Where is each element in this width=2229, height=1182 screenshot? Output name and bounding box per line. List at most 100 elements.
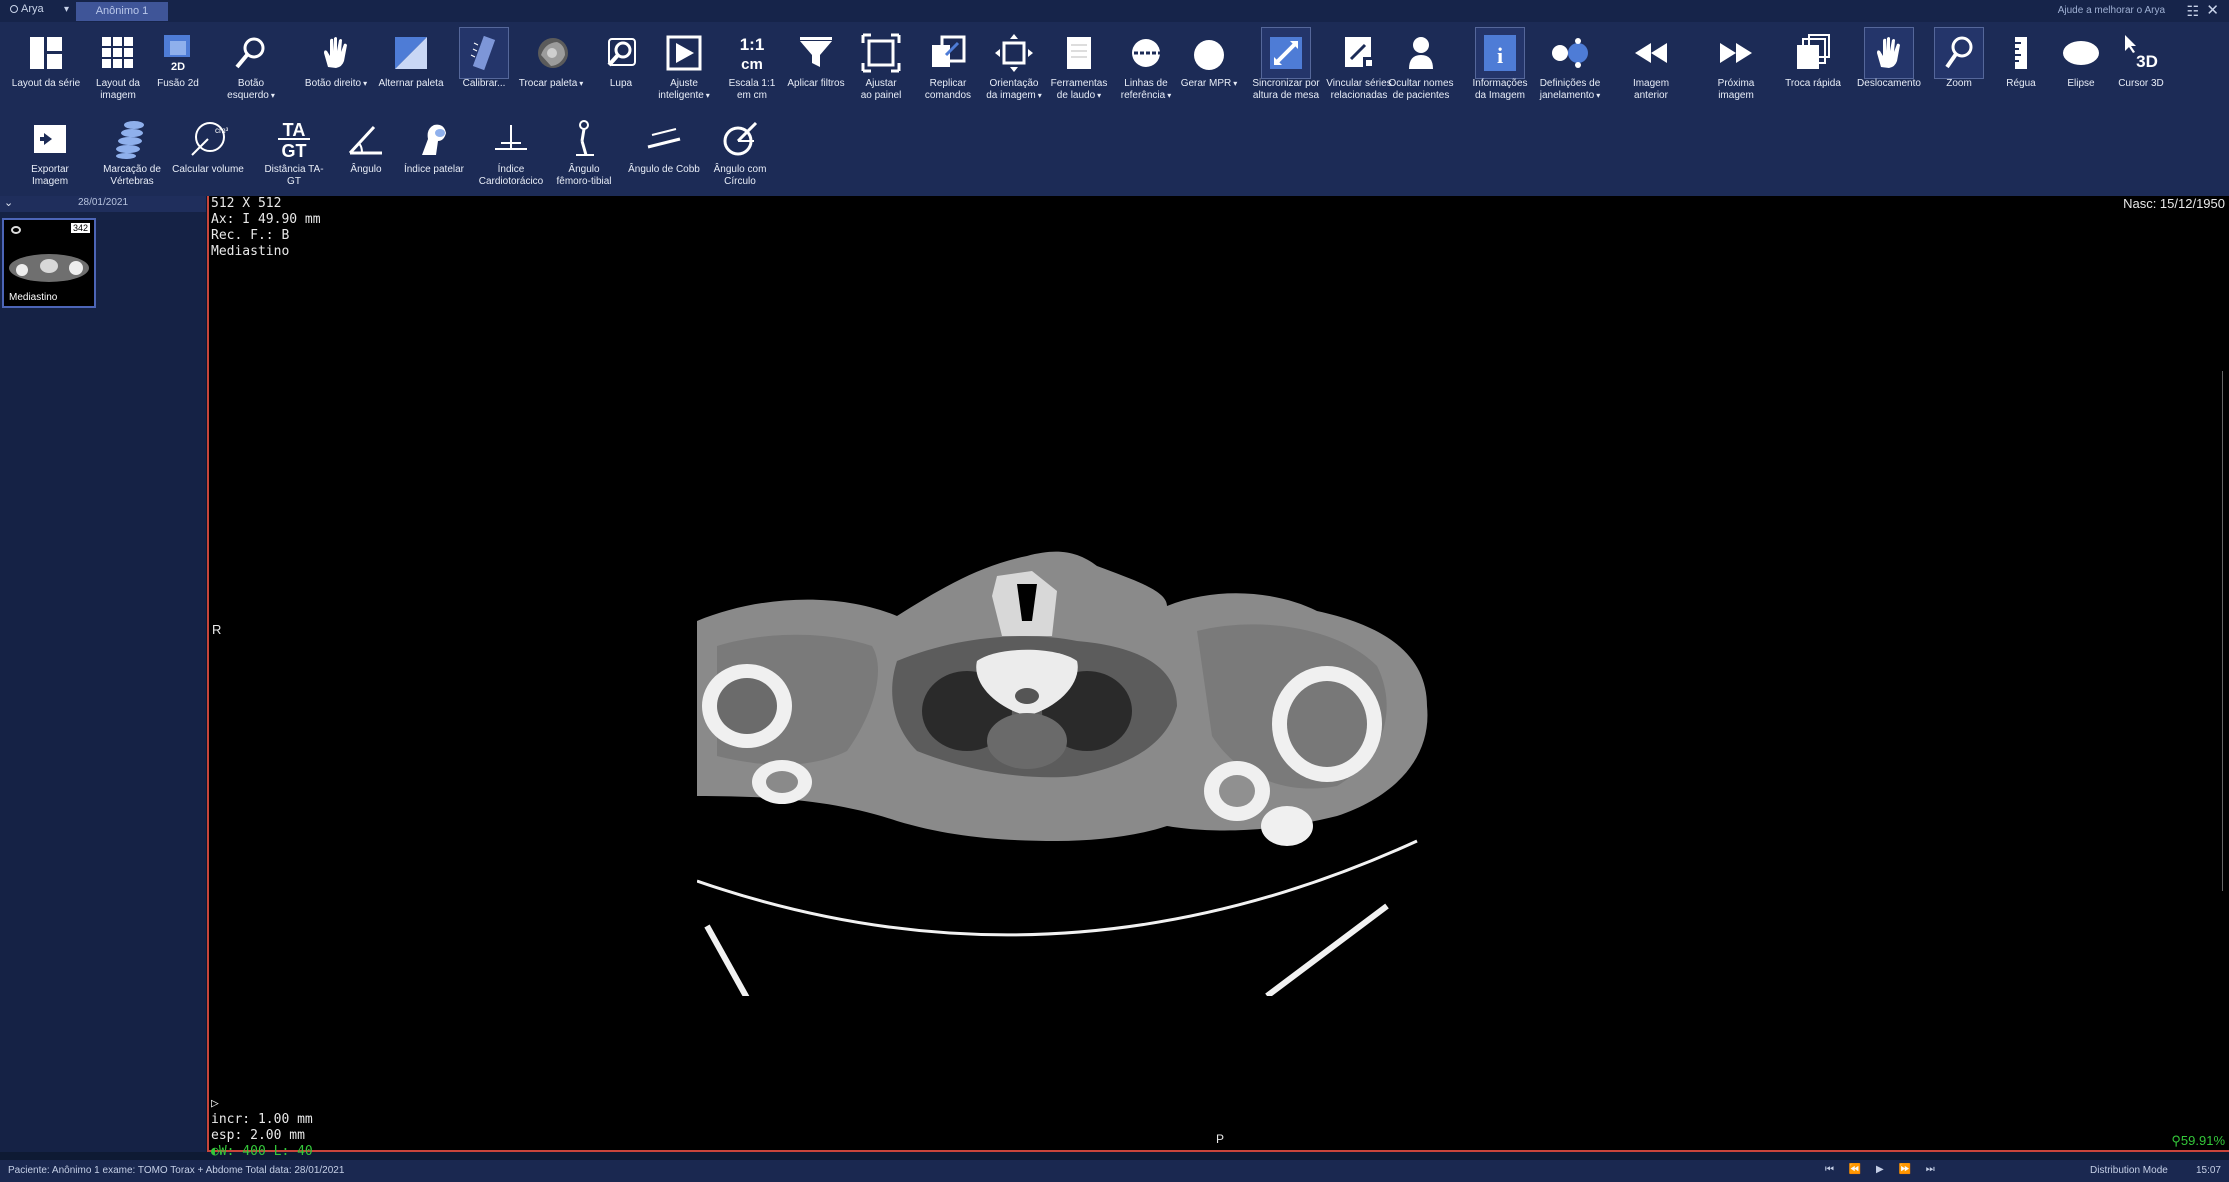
dropdown-chevron-icon[interactable]: ▾	[579, 79, 583, 88]
zoom-small-icon: ⚲	[2171, 1133, 2181, 1148]
dropdown-chevron-icon[interactable]: ▾	[1097, 91, 1101, 100]
tool-replicar-comandos-button[interactable]: Replicar comandos	[912, 28, 984, 102]
window-level: ◐W: 400 L: 40	[211, 1144, 313, 1159]
tool-label: Ângulo	[350, 164, 382, 175]
tool-label: Marcação de Vértebras	[103, 164, 161, 187]
tool-label: Alternar paleta	[378, 78, 444, 89]
dropdown-chevron-icon[interactable]: ▾	[1038, 91, 1042, 100]
tool-angulo-button[interactable]: Ângulo	[330, 114, 402, 176]
tool-label: Ocultar nomes de pacientes	[1388, 78, 1454, 101]
tool-label: Cursor 3D	[2118, 78, 2164, 89]
tool-label: Índice Cardiotorácico	[478, 164, 544, 187]
matrix-size: 512 X 512	[211, 196, 282, 211]
tool-deslocamento-button[interactable]: Deslocamento	[1853, 27, 1925, 90]
tool-label: Layout da imagem	[96, 78, 140, 101]
tool-angulo-circulo-button[interactable]: Ângulo com Círculo	[704, 114, 776, 188]
help-improve-link[interactable]: Ajude a melhorar o Arya	[2058, 5, 2165, 16]
dropdown-chevron-icon[interactable]: ▾	[1596, 91, 1600, 100]
tool-label: Aplicar filtros	[787, 78, 845, 89]
sync-icon	[1261, 27, 1311, 79]
series-panel: ⌄ 28/01/2021 342 Mediastino	[0, 196, 206, 1152]
tool-indice-patelar-button[interactable]: Índice patelar	[398, 114, 470, 176]
pan-hand-icon	[1864, 27, 1914, 79]
tool-layout-serie-button[interactable]: Layout da série	[10, 28, 82, 90]
tool-indice-cardiotoracico-button[interactable]: Índice Cardiotorácico	[475, 114, 547, 188]
tool-ocultar-nomes-button[interactable]: Ocultar nomes de pacientes	[1385, 28, 1457, 102]
tool-botao-esquerdo-button[interactable]: Botão esquerdo ▾	[215, 28, 287, 102]
tab-patient[interactable]: Anônimo 1	[76, 2, 168, 21]
play-triangle-icon[interactable]: ▷	[211, 1096, 313, 1112]
tool-sincronizar-button[interactable]: Sincronizar por altura de mesa	[1250, 27, 1322, 102]
clock: 15:07	[2195, 1165, 2221, 1176]
app-logo-icon	[10, 5, 18, 13]
tool-angulo-cobb-button[interactable]: Ângulo de Cobb	[628, 114, 700, 176]
tool-label: Gerar MPR ▾	[1180, 78, 1238, 89]
angle-icon	[342, 114, 390, 164]
tool-gerar-mpr-button[interactable]: Gerar MPR ▾	[1173, 28, 1245, 90]
tool-label: Linhas de referência ▾	[1120, 78, 1172, 101]
tool-exportar-imagem-button[interactable]: Exportar Imagem	[14, 114, 86, 188]
ruler-icon	[1997, 28, 2045, 78]
dropdown-chevron-icon[interactable]: ▾	[706, 91, 710, 100]
image-viewer[interactable]: 512 X 512 Ax: I 49.90 mm Rec. F.: B Medi…	[207, 196, 2229, 1159]
tool-proxima-imagem-button[interactable]: Próxima imagem	[1700, 28, 1772, 102]
reconstruction-filter: Rec. F.: B	[211, 228, 290, 243]
tool-orientacao-button[interactable]: Orientação da imagem ▾	[978, 28, 1050, 102]
tool-label: Ângulo com Círculo	[713, 164, 767, 187]
tool-linhas-referencia-button[interactable]: Linhas de referência ▾	[1110, 28, 1182, 102]
tool-label: Imagem anterior	[1632, 78, 1670, 101]
distribution-mode: Distribution Mode	[2090, 1165, 2168, 1176]
tool-botao-direito-button[interactable]: Botão direito ▾	[300, 28, 372, 90]
close-icon[interactable]: ✕	[2206, 1, 2219, 19]
tool-label: Ajustar ao painel	[860, 78, 902, 101]
app-menu[interactable]: Arya	[10, 3, 44, 15]
layout-grid-icon[interactable]: ☷	[2186, 3, 2199, 20]
tool-imagem-anterior-button[interactable]: Imagem anterior	[1615, 28, 1687, 102]
tool-aplicar-filtros-button[interactable]: Aplicar filtros	[780, 28, 852, 90]
tool-label: Orientação da imagem ▾	[986, 78, 1042, 101]
series-thumbnail[interactable]: 342 Mediastino	[2, 218, 96, 308]
head-icon	[527, 28, 575, 78]
svg-text:GT: GT	[282, 141, 307, 159]
tool-info-imagem-button[interactable]: i Informações da Imagem	[1464, 27, 1536, 102]
tool-definicoes-janelamento-button[interactable]: Definições de janelamento ▾	[1534, 28, 1606, 102]
tool-fusao-2d-button[interactable]: 2D Fusão 2d	[142, 28, 214, 90]
tool-trocar-paleta-button[interactable]: Trocar paleta ▾	[515, 28, 587, 90]
app-menu-chevron-icon[interactable]: ▾	[64, 4, 69, 15]
thumbnail-label: Mediastino	[9, 292, 58, 303]
tool-calcular-volume-button[interactable]: cm³ Calcular volume	[172, 114, 244, 176]
svg-text:i: i	[1497, 43, 1503, 68]
svg-text:cm³: cm³	[215, 126, 228, 135]
cobb-icon	[640, 114, 688, 164]
ellipse-icon	[2057, 28, 2105, 78]
tool-cursor-3d-button[interactable]: 3D Cursor 3D	[2105, 28, 2177, 90]
tool-label: Lupa	[609, 78, 633, 89]
tool-lupa-button[interactable]: Lupa	[585, 28, 657, 90]
hide-patient-icon	[1397, 28, 1445, 78]
tool-distancia-tagt-button[interactable]: TA GT Distância TA-GT	[258, 114, 330, 188]
fit-panel-icon	[857, 28, 905, 78]
tool-marcacao-vertebras-button[interactable]: Marcação de Vértebras	[96, 114, 168, 188]
series-panel-header[interactable]: ⌄ 28/01/2021	[0, 196, 206, 212]
volume-icon: cm³	[184, 114, 232, 164]
dropdown-chevron-icon[interactable]: ▾	[1167, 91, 1171, 100]
tool-ajustar-painel-button[interactable]: Ajustar ao painel	[845, 28, 917, 102]
dropdown-chevron-icon[interactable]: ▾	[363, 79, 367, 88]
tool-angulo-femoro-tibial-button[interactable]: Ângulo fêmoro-tibial	[548, 114, 620, 188]
toolbar: Layout da série Layout da imagem 2D Fusão 2…	[0, 22, 2229, 196]
tool-ferramentas-laudo-button[interactable]: Ferramentas de laudo ▾	[1043, 28, 1115, 102]
tool-label: Próxima imagem	[1717, 78, 1755, 101]
dropdown-chevron-icon[interactable]: ▾	[271, 91, 275, 100]
tool-ajuste-inteligente-button[interactable]: Ajuste inteligente ▾	[648, 28, 720, 102]
fusion-2d-icon: 2D	[154, 28, 202, 78]
tool-label: Botão direito ▾	[304, 78, 368, 89]
tool-troca-rapida-button[interactable]: Troca rápida	[1777, 28, 1849, 90]
cine-controls[interactable]: ⏮ ⏪ ▶ ⏩ ⏭	[1825, 1164, 1941, 1175]
tool-label: Vincular séries relacionadas	[1326, 78, 1392, 101]
tool-label: Exportar Imagem	[31, 164, 69, 187]
tool-escala-button[interactable]: 1:1 cm Escala 1:1 em cm	[716, 28, 788, 102]
tool-calibrar-button[interactable]: Calibrar...	[448, 27, 520, 90]
tool-label: Ferramentas de laudo ▾	[1050, 78, 1108, 101]
dropdown-chevron-icon[interactable]: ▾	[1233, 79, 1237, 88]
tool-alternar-paleta-button[interactable]: Alternar paleta	[375, 28, 447, 90]
